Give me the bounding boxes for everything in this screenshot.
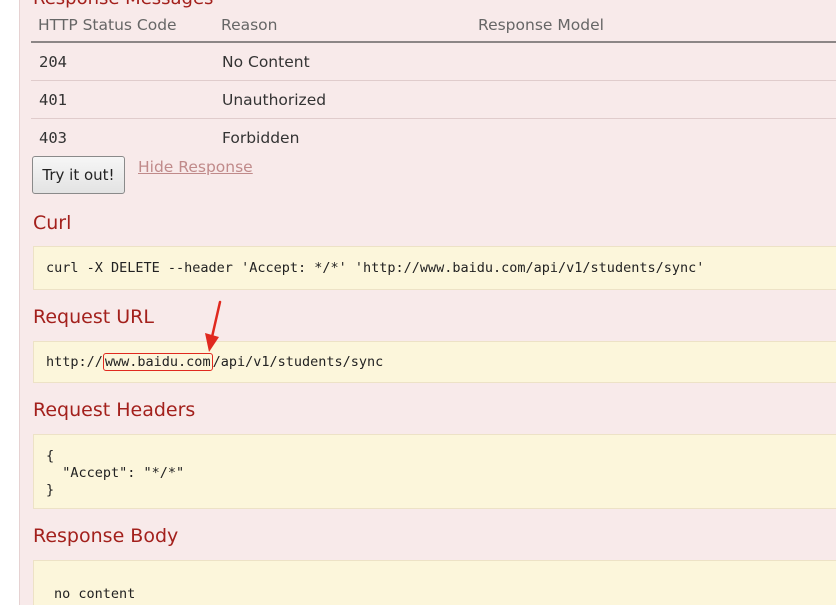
reason-cell: No Content: [214, 42, 471, 81]
json-close-brace: }: [46, 482, 55, 498]
response-messages-table: HTTP Status Code Reason Response Model 2…: [31, 8, 836, 156]
json-open-brace: {: [46, 448, 55, 464]
model-cell: [471, 80, 836, 119]
table-header-row: HTTP Status Code Reason Response Model: [31, 8, 836, 43]
response-body-block: no content: [33, 560, 836, 605]
header-response-model: Response Model: [471, 8, 836, 43]
operation-panel: Response Messages HTTP Status Code Reaso…: [19, 0, 836, 605]
response-body-text: no content: [54, 586, 136, 602]
reason-cell: Unauthorized: [214, 80, 471, 119]
request-headers-block: { "Accept": "*/*"}: [33, 434, 836, 509]
response-body-heading: Response Body: [33, 525, 179, 547]
url-prefix: http://: [46, 354, 103, 370]
header-reason: Reason: [214, 8, 471, 43]
table-row: 204 No Content: [31, 42, 836, 81]
table-row: 403 Forbidden: [31, 119, 836, 157]
url-path: /api/v1/students/sync: [212, 354, 384, 370]
try-it-out-button[interactable]: Try it out!: [32, 156, 125, 194]
table-row: 401 Unauthorized: [31, 80, 836, 119]
curl-heading: Curl: [33, 212, 72, 234]
curl-command: curl -X DELETE --header 'Accept: */*' 'h…: [46, 260, 705, 276]
url-host-highlight: www.baidu.com: [102, 353, 213, 371]
model-cell: [471, 42, 836, 81]
request-headers-heading: Request Headers: [33, 399, 196, 421]
status-code-cell: 403: [39, 128, 67, 147]
curl-code-block: curl -X DELETE --header 'Accept: */*' 'h…: [33, 246, 836, 290]
request-url-heading: Request URL: [33, 306, 154, 328]
model-cell: [471, 119, 836, 157]
status-code-cell: 401: [31, 80, 214, 119]
hide-response-link[interactable]: Hide Response: [138, 158, 253, 176]
json-header-line: "Accept": "*/*": [46, 465, 185, 481]
status-code-cell: 204: [31, 42, 214, 81]
header-status-code: HTTP Status Code: [31, 8, 214, 43]
request-url-block: http://www.baidu.com/api/v1/students/syn…: [33, 341, 836, 383]
reason-cell: Forbidden: [222, 128, 300, 147]
